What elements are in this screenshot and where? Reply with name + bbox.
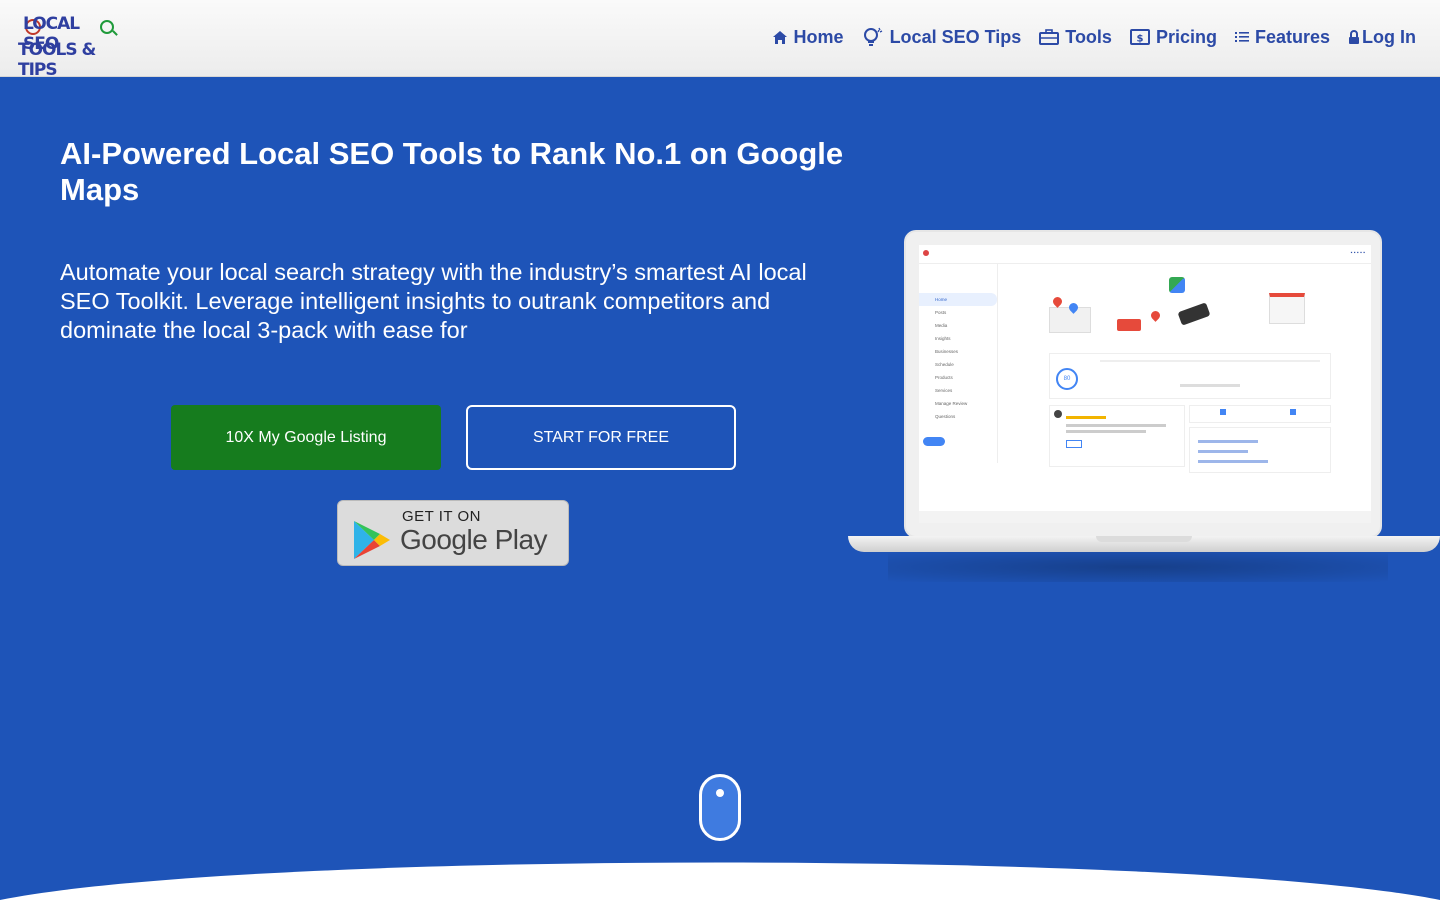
preview-text-line — [1180, 384, 1240, 387]
preview-stars — [1066, 416, 1106, 419]
preview-chat-button — [923, 437, 945, 446]
preview-reply-button — [1066, 440, 1082, 448]
main-nav: Home Local SEO Tips Tools $ Pricing Feat… — [772, 26, 1416, 48]
hero-subtitle: Automate your local search strategy with… — [60, 259, 807, 343]
preview-text-line — [1066, 430, 1146, 433]
laptop-screen: ▪ ▪ ▪ ▪ ▪ Home Posts Media Insights Busi… — [904, 230, 1382, 538]
nav-home[interactable]: Home — [772, 27, 844, 48]
laptop-mockup: ▪ ▪ ▪ ▪ ▪ Home Posts Media Insights Busi… — [848, 230, 1440, 582]
preview-sidebar-item: Insights — [935, 336, 951, 341]
start-for-free-button[interactable]: START FOR FREE — [466, 405, 736, 470]
preview-text-line — [1066, 424, 1166, 427]
google-play-icon — [354, 521, 390, 559]
preview-store — [1269, 293, 1305, 324]
preview-sidebar: Home Posts Media Insights Businesses Sch… — [919, 263, 998, 463]
laptop-shadow — [888, 552, 1388, 582]
preview-phone — [1177, 302, 1211, 326]
lock-icon — [1349, 29, 1360, 44]
scroll-wheel-dot — [716, 789, 724, 797]
google-play-line1: GET IT ON — [402, 508, 481, 525]
preview-sidebar-item: Home — [919, 293, 997, 306]
preview-sidebar-item: Businesses — [935, 349, 959, 354]
google-play-line2: Google Play — [400, 524, 548, 555]
svg-text:$: $ — [1136, 34, 1143, 45]
preview-text-line — [1198, 460, 1268, 463]
preview-pin-icon — [1149, 309, 1162, 322]
preview-text-line — [1198, 450, 1248, 453]
preview-links-card — [1189, 427, 1331, 473]
preview-sidebar-item: Manage Review — [935, 401, 968, 406]
list-icon — [1234, 32, 1249, 42]
bottom-wave — [0, 862, 1440, 900]
nav-tools[interactable]: Tools — [1039, 27, 1112, 48]
magnifier-icon — [100, 20, 114, 34]
preview-sidebar-item: Posts — [935, 310, 947, 315]
preview-actions-card — [1189, 405, 1331, 423]
nav-tools-label: Tools — [1065, 26, 1112, 47]
add-photo-icon — [1290, 409, 1296, 415]
site-header: LOCAL SEO TOOLS & TIPS Home Local SEO Ti… — [0, 0, 1440, 80]
preview-sidebar-item: Media — [935, 323, 948, 328]
preview-footer — [919, 511, 1371, 523]
google-play-badge[interactable]: GET IT ON Google Play — [337, 500, 569, 566]
preview-divider — [1100, 360, 1320, 362]
nav-log-in-label: Log In — [1362, 26, 1416, 47]
scroll-down-indicator[interactable] — [699, 774, 741, 841]
nav-pricing-label: Pricing — [1155, 26, 1217, 47]
preview-pin-icon — [1051, 295, 1064, 308]
preview-truck — [1117, 319, 1141, 331]
dollar-bill-icon: $ — [1129, 29, 1150, 45]
nav-local-seo-tips[interactable]: Local SEO Tips — [862, 26, 1022, 48]
preview-nav: ▪ ▪ ▪ ▪ ▪ — [1350, 250, 1365, 256]
site-logo[interactable]: LOCAL SEO TOOLS & TIPS — [18, 14, 114, 80]
nav-home-label: Home — [793, 26, 844, 47]
health-score-ring: 80 — [1056, 368, 1078, 390]
preview-sidebar-item: Schedule — [935, 362, 954, 367]
nav-log-in[interactable]: Log In — [1348, 27, 1416, 48]
preview-topbar: ▪ ▪ ▪ ▪ ▪ — [919, 245, 1371, 264]
preview-logo-icon — [923, 250, 929, 256]
preview-stats-card: 80 — [1049, 353, 1331, 399]
nav-local-seo-tips-label: Local SEO Tips — [889, 26, 1022, 47]
logo-line-2: TOOLS & TIPS — [18, 40, 96, 80]
preview-review-card — [1049, 405, 1185, 467]
preview-text-line — [1198, 440, 1258, 443]
preview-sidebar-item: Products — [935, 375, 953, 380]
hero-title: AI-Powered Local SEO Tools to Rank No.1 … — [60, 136, 844, 207]
nav-features-label: Features — [1254, 26, 1331, 47]
preview-avatar — [1054, 410, 1062, 418]
dashboard-preview: ▪ ▪ ▪ ▪ ▪ Home Posts Media Insights Busi… — [919, 245, 1371, 523]
laptop-base — [848, 536, 1440, 552]
lightbulb-icon — [863, 27, 882, 46]
preview-main: 80 — [923, 267, 1369, 517]
nav-pricing[interactable]: $ Pricing — [1129, 26, 1217, 48]
create-post-icon — [1220, 409, 1226, 415]
10x-listing-button[interactable]: 10X My Google Listing — [171, 405, 441, 470]
nav-features[interactable]: Features — [1234, 26, 1331, 48]
toolbox-icon — [1039, 29, 1060, 45]
home-icon — [772, 30, 787, 44]
preview-sidebar-item: Services — [935, 388, 953, 393]
preview-sidebar-item: Questions — [935, 414, 956, 419]
google-maps-icon — [1169, 277, 1185, 293]
